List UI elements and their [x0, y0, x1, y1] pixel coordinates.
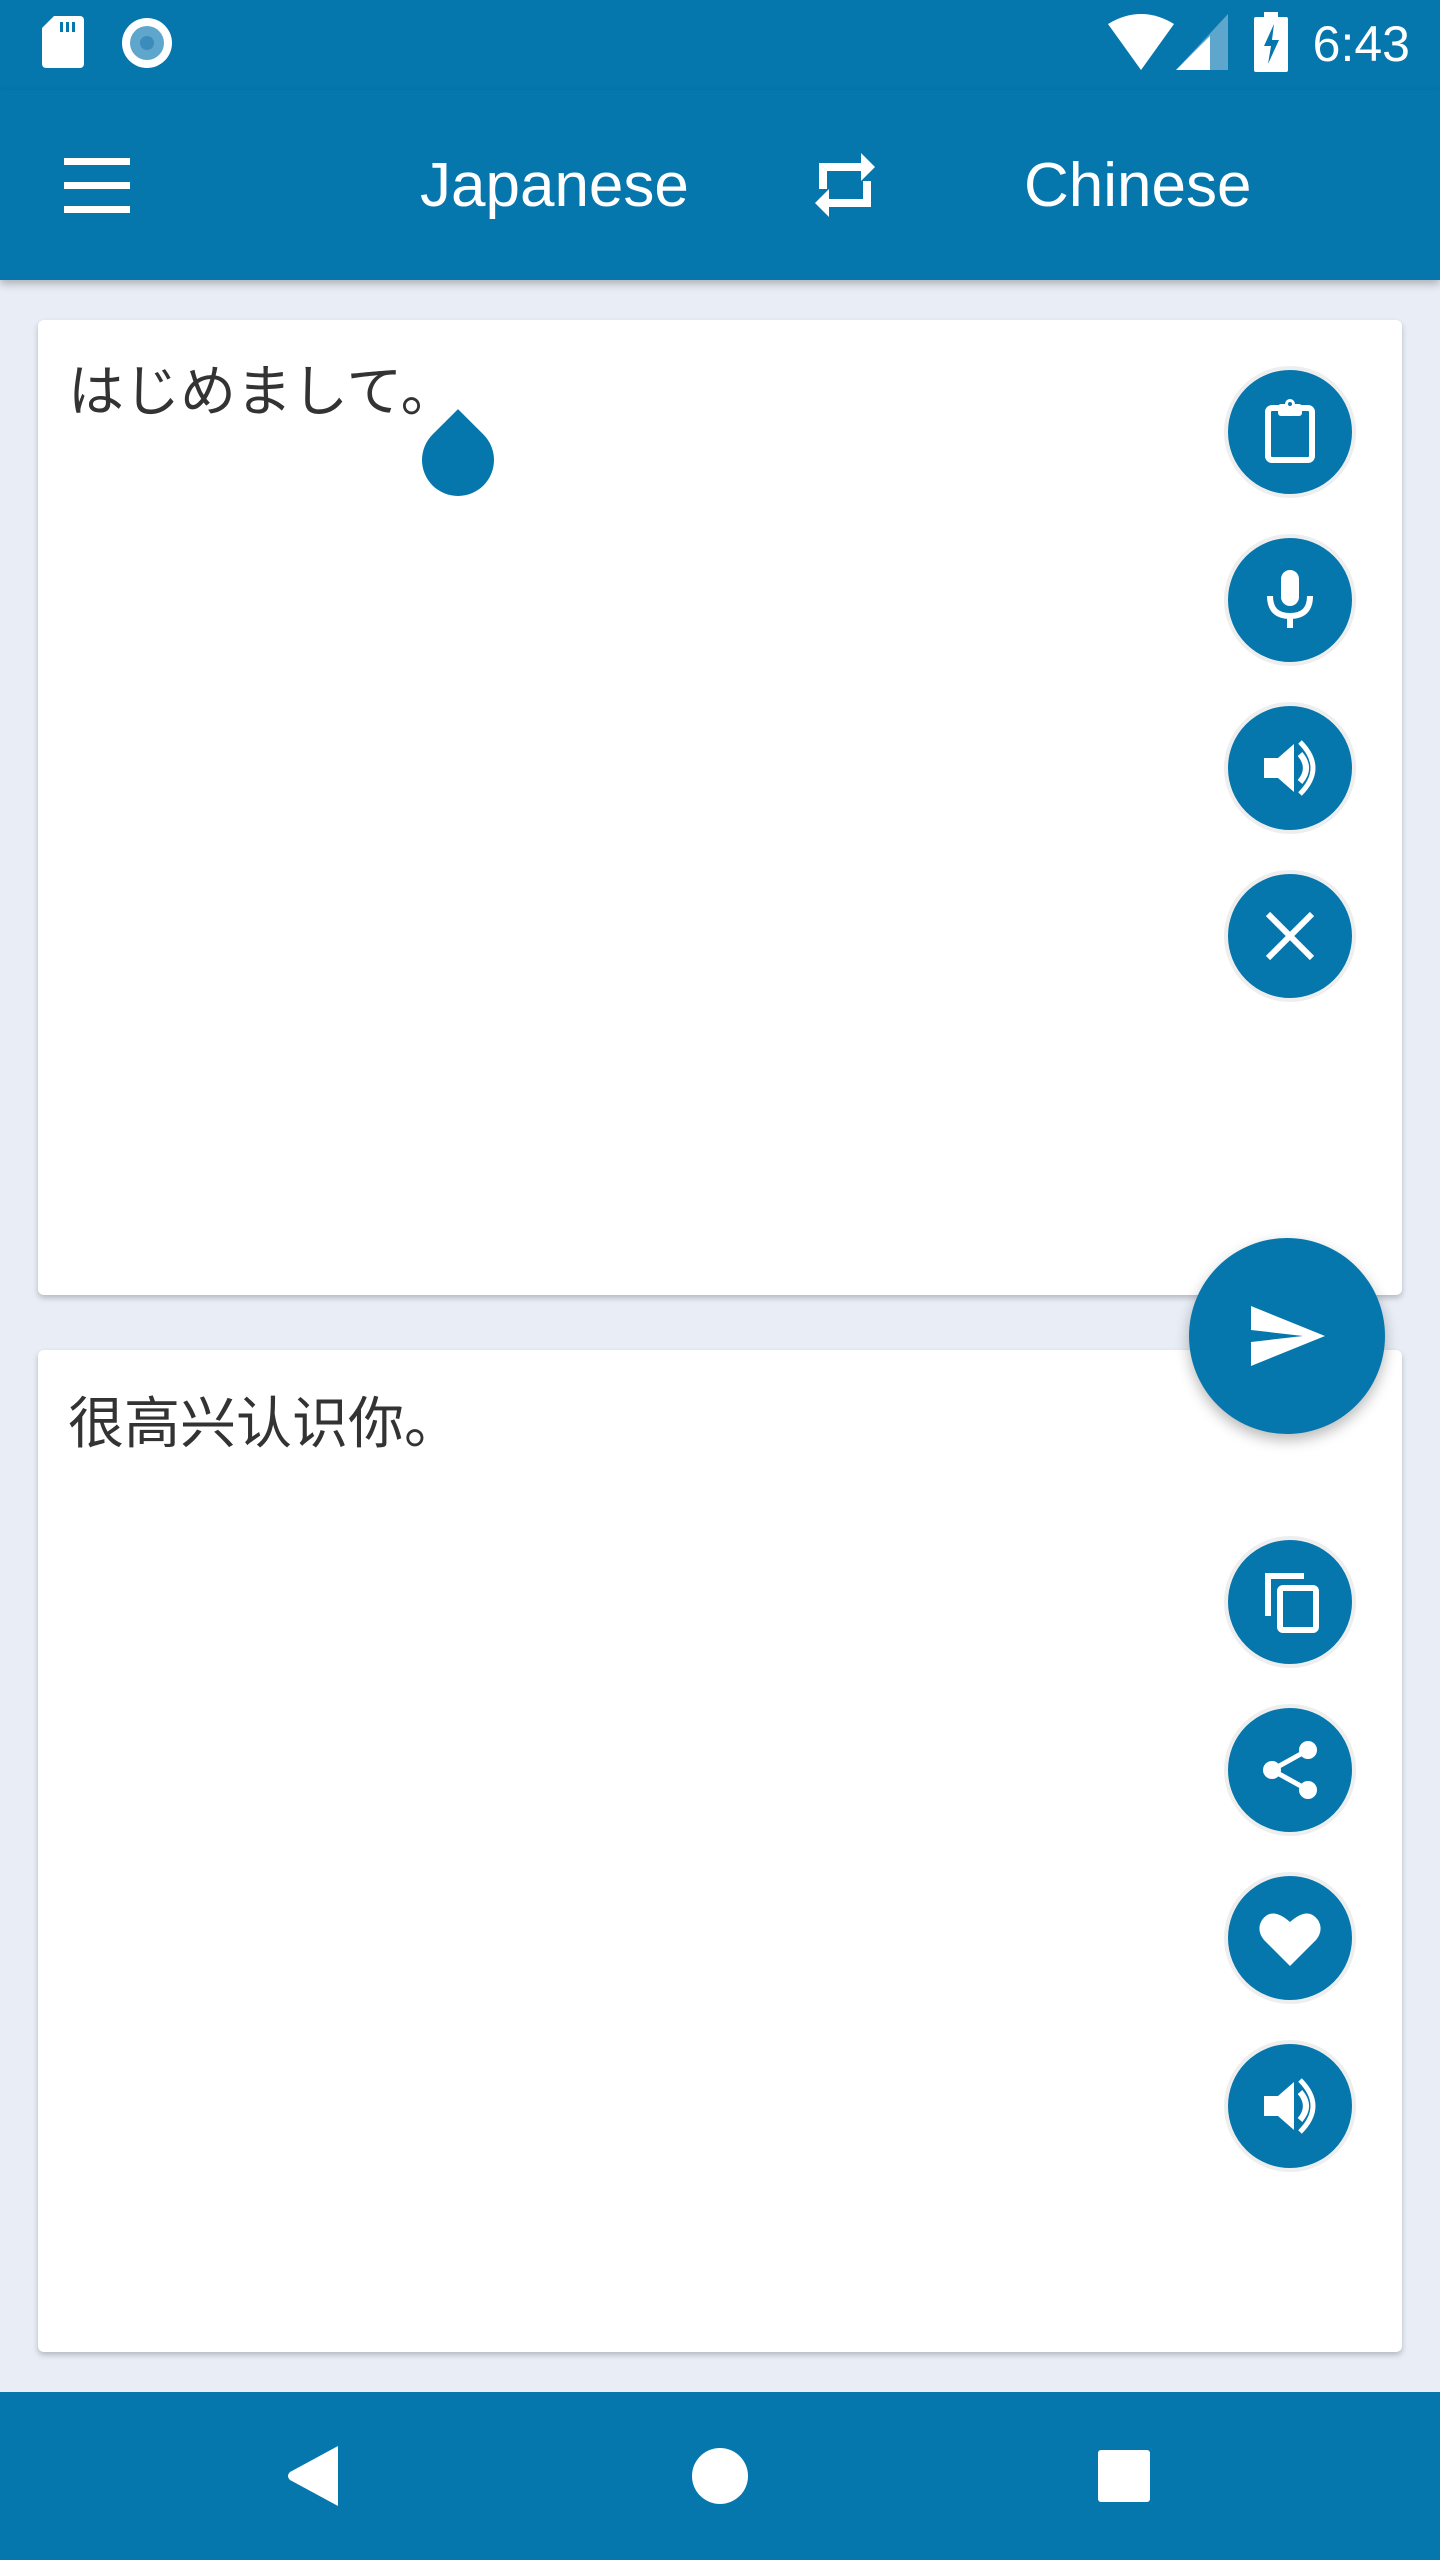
share-icon	[1263, 1741, 1317, 1799]
status-bar: 6:43	[0, 0, 1440, 90]
menu-icon	[64, 158, 130, 213]
record-icon	[122, 18, 172, 68]
output-card: 很高兴认识你。	[38, 1350, 1402, 2352]
clear-button[interactable]	[1224, 870, 1356, 1002]
voice-input-button[interactable]	[1224, 534, 1356, 666]
swap-languages-icon	[815, 153, 875, 217]
source-language-selector[interactable]: Japanese	[420, 150, 689, 222]
favorite-button[interactable]	[1224, 1872, 1356, 2004]
cell-signal-icon	[1176, 14, 1228, 70]
recents-icon	[1098, 2450, 1150, 2502]
recents-button[interactable]	[1084, 2436, 1164, 2516]
wifi-icon	[1108, 14, 1174, 70]
speaker-icon	[1264, 740, 1316, 796]
menu-button[interactable]	[52, 138, 148, 234]
home-button[interactable]	[680, 2436, 760, 2516]
output-text: 很高兴认识你。	[68, 1392, 460, 1457]
home-icon	[692, 2448, 748, 2504]
sd-card-icon	[42, 16, 84, 68]
target-language-selector[interactable]: Chinese	[1024, 150, 1251, 222]
clipboard-icon	[1265, 399, 1315, 463]
battery-charging-icon	[1254, 12, 1288, 72]
clock: 6:43	[1312, 16, 1410, 72]
swap-languages-button[interactable]	[805, 145, 885, 225]
back-button[interactable]	[276, 2436, 356, 2516]
copy-button[interactable]	[1224, 1536, 1356, 1668]
microphone-icon	[1267, 570, 1313, 628]
paste-button[interactable]	[1224, 366, 1356, 498]
share-button[interactable]	[1224, 1704, 1356, 1836]
copy-icon	[1265, 1573, 1319, 1633]
input-text-field[interactable]: はじめまして。	[68, 358, 457, 428]
heart-icon	[1259, 1913, 1321, 1966]
input-card: はじめまして。	[38, 320, 1402, 1295]
navigation-bar	[0, 2392, 1440, 2560]
back-icon	[288, 2446, 338, 2506]
app-bar: Japanese Chinese	[0, 90, 1440, 280]
close-icon	[1265, 911, 1315, 961]
send-icon	[1251, 1306, 1325, 1366]
speaker-icon	[1264, 2078, 1316, 2134]
translate-button[interactable]	[1189, 1238, 1385, 1434]
speak-output-button[interactable]	[1224, 2040, 1356, 2172]
speak-input-button[interactable]	[1224, 702, 1356, 834]
